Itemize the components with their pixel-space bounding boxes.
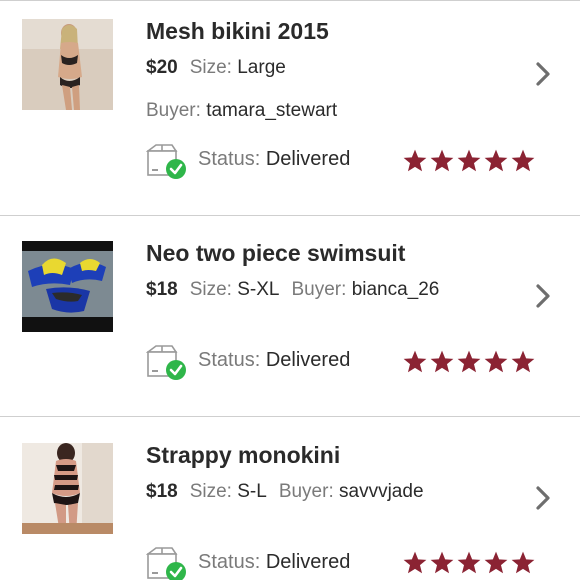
star-icon	[430, 350, 454, 373]
item-size: S-L	[237, 481, 267, 502]
status-label: Status:	[198, 551, 261, 573]
star-icon	[484, 149, 508, 172]
buyer-label: Buyer:	[146, 100, 201, 121]
product-thumbnail	[22, 443, 113, 534]
delivered-package-icon	[146, 547, 186, 580]
item-size: S-XL	[237, 279, 280, 300]
buyer-label: Buyer:	[291, 279, 347, 300]
status-line: Status: Delivered	[198, 551, 350, 574]
star-icon	[430, 149, 454, 172]
price-buyer-line: $18 Size: S-XL Buyer: bianca_26	[146, 279, 439, 301]
item-price: $20	[146, 57, 178, 78]
order-row[interactable]: Mesh bikini 2015 $20 Size: Large Buyer: t…	[0, 1, 580, 216]
status-line: Status: Delivered	[198, 148, 350, 171]
chevron-right-icon[interactable]	[532, 283, 554, 309]
star-icon	[457, 551, 481, 574]
order-row[interactable]: Neo two piece swimsuit $18 Size: S-XL Buye…	[0, 217, 580, 417]
star-icon	[511, 149, 535, 172]
price-buyer-line: $18 Size: S-L Buyer: savvvjade	[146, 481, 424, 503]
item-price: $18	[146, 481, 178, 502]
star-icon	[484, 350, 508, 373]
buyer-name: tamara_stewart	[206, 100, 338, 121]
delivered-package-icon	[146, 144, 186, 179]
size-label: Size:	[189, 481, 232, 502]
buyer-line: Buyer: tamara_stewart	[146, 100, 337, 122]
item-title: Mesh bikini 2015	[146, 18, 329, 44]
chevron-right-icon[interactable]	[532, 485, 554, 511]
size-label: Size:	[189, 279, 232, 300]
order-row[interactable]: Strappy monokini $18 Size: S-L Buyer: savv…	[0, 418, 580, 580]
star-icon	[457, 149, 481, 172]
product-thumbnail	[22, 19, 113, 110]
buyer-name: bianca_26	[351, 279, 440, 300]
chevron-right-icon[interactable]	[532, 61, 554, 87]
star-icon	[484, 551, 508, 574]
price-size-line: $20 Size: Large	[146, 57, 286, 79]
status-line: Status: Delivered	[198, 349, 350, 372]
star-icon	[403, 551, 427, 574]
status-value: Delivered	[265, 551, 351, 573]
star-icon	[403, 350, 427, 373]
star-icon	[511, 350, 535, 373]
status-label: Status:	[198, 148, 261, 170]
status-value: Delivered	[265, 349, 351, 371]
item-size: Large	[237, 57, 286, 78]
buyer-name: savvvjade	[339, 481, 424, 502]
star-icon	[457, 350, 481, 373]
buyer-label: Buyer:	[278, 481, 334, 502]
status-label: Status:	[198, 349, 261, 371]
star-icon	[403, 149, 427, 172]
star-icon	[511, 551, 535, 574]
rating-stars	[402, 550, 536, 576]
star-icon	[430, 551, 454, 574]
size-label: Size:	[189, 57, 232, 78]
item-title: Neo two piece swimsuit	[146, 240, 406, 266]
rating-stars	[402, 349, 536, 375]
status-value: Delivered	[265, 148, 351, 170]
item-price: $18	[146, 279, 178, 300]
product-thumbnail	[22, 241, 113, 332]
rating-stars	[402, 148, 536, 174]
delivered-package-icon	[146, 345, 186, 380]
item-title: Strappy monokini	[146, 442, 341, 468]
